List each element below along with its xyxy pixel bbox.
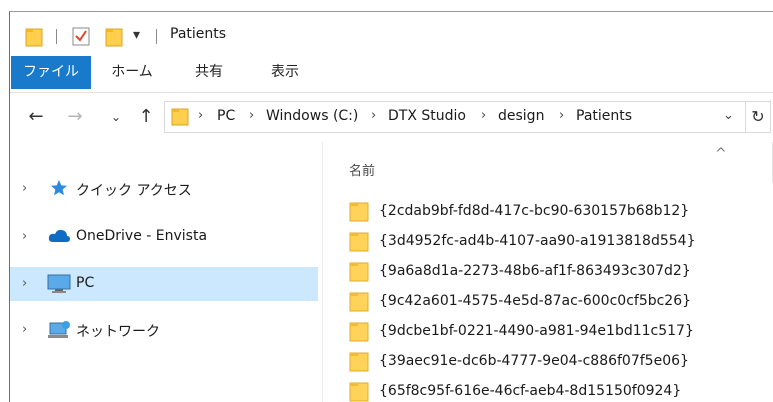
folder-icon xyxy=(349,202,369,226)
expand-chevron-icon[interactable]: › xyxy=(22,181,27,196)
nav-item-pc[interactable]: › PC xyxy=(10,267,318,301)
breadcrumb-chevron-icon[interactable]: › xyxy=(559,108,564,123)
recent-locations-chevron-icon[interactable]: ⌄ xyxy=(106,110,126,124)
file-name: {65f8c95f-616e-46cf-aeb4-8d15150f0924} xyxy=(379,383,682,399)
breadcrumb-design[interactable]: design xyxy=(498,108,544,124)
ribbon-tabs: ファイル ホーム 共有 表示 xyxy=(10,56,773,91)
forward-arrow-icon[interactable]: → xyxy=(65,106,85,127)
list-item[interactable]: {3d4952fc-ad4b-4107-aa90-a1913818d554} xyxy=(349,228,769,256)
list-item[interactable]: {9dcbe1bf-0221-4490-a981-94e1bd11c517} xyxy=(349,318,769,346)
breadcrumb-patients[interactable]: Patients xyxy=(576,108,632,124)
up-arrow-icon[interactable]: ↑ xyxy=(136,106,156,127)
title-bar: ▾ Patients xyxy=(10,12,773,56)
breadcrumb-chevron-icon[interactable]: › xyxy=(198,108,203,123)
list-item[interactable]: {9c42a601-4575-4e5d-87ac-600c0cf5bc26} xyxy=(349,288,769,316)
expand-chevron-icon[interactable]: › xyxy=(22,322,27,337)
breadcrumb-chevron-icon[interactable]: › xyxy=(249,108,254,123)
nav-item-label: クイック アクセス xyxy=(76,183,192,199)
explorer-window: ▾ Patients ファイル ホーム 共有 表示 ← → ⌄ ↑ › PC ›… xyxy=(9,11,773,402)
nav-item-network[interactable]: › ネットワーク xyxy=(10,313,318,347)
file-list: ^ 名前 {2cdab9bf-fd8d-417c-bc90-630157b68b… xyxy=(323,142,773,402)
new-folder-icon[interactable] xyxy=(105,27,123,51)
folder-icon xyxy=(349,232,369,256)
tab-file[interactable]: ファイル xyxy=(11,56,91,89)
folder-icon xyxy=(349,322,369,346)
star-icon xyxy=(50,179,68,201)
toolbar-separator xyxy=(56,29,57,44)
toolbar-separator xyxy=(156,29,157,44)
breadcrumb-windows-c[interactable]: Windows (C:) xyxy=(266,108,358,124)
back-arrow-icon[interactable]: ← xyxy=(26,106,46,127)
folder-icon xyxy=(171,107,189,131)
nav-item-onedrive[interactable]: › OneDrive - Envista xyxy=(10,220,318,254)
tab-view[interactable]: 表示 xyxy=(258,56,312,89)
navigation-pane: › クイック アクセス › OneDrive - Envista › PC › xyxy=(10,150,322,402)
breadcrumb-pc[interactable]: PC xyxy=(217,108,235,124)
properties-check-icon[interactable] xyxy=(72,26,90,50)
address-dropdown-chevron-icon[interactable]: ⌄ xyxy=(723,108,734,123)
breadcrumb-chevron-icon[interactable]: › xyxy=(481,108,486,123)
file-name: {3d4952fc-ad4b-4107-aa90-a1913818d554} xyxy=(379,233,696,249)
sort-ascending-icon: ^ xyxy=(715,146,727,162)
file-name: {9c42a601-4575-4e5d-87ac-600c0cf5bc26} xyxy=(379,293,692,309)
customize-quick-access-dropdown[interactable]: ▾ xyxy=(133,27,140,43)
file-name: {9dcbe1bf-0221-4490-a981-94e1bd11c517} xyxy=(379,323,694,339)
folder-icon xyxy=(349,262,369,286)
nav-item-quick-access[interactable]: › クイック アクセス xyxy=(10,172,318,206)
nav-item-label: PC xyxy=(76,275,95,291)
window-title: Patients xyxy=(170,26,227,42)
file-name: {2cdab9bf-fd8d-417c-bc90-630157b68b12} xyxy=(379,203,690,219)
list-item[interactable]: {2cdab9bf-fd8d-417c-bc90-630157b68b12} xyxy=(349,198,769,226)
refresh-icon[interactable]: ↻ xyxy=(746,101,771,133)
tab-share[interactable]: 共有 xyxy=(182,56,236,89)
tab-home[interactable]: ホーム xyxy=(102,56,162,89)
address-bar[interactable]: › PC › Windows (C:) › DTX Studio › desig… xyxy=(164,101,746,133)
nav-item-label: OneDrive - Envista xyxy=(76,228,208,244)
folder-icon xyxy=(349,352,369,376)
monitor-icon xyxy=(47,274,71,298)
file-name: {9a6a8d1a-2273-48b6-af1f-863493c307d2} xyxy=(379,263,691,279)
network-icon xyxy=(47,320,71,344)
cloud-icon xyxy=(47,227,71,249)
list-item[interactable]: {9a6a8d1a-2273-48b6-af1f-863493c307d2} xyxy=(349,258,769,286)
folder-icon xyxy=(25,27,43,51)
breadcrumb-chevron-icon[interactable]: › xyxy=(371,108,376,123)
folder-icon xyxy=(349,292,369,316)
address-row: ← → ⌄ ↑ › PC › Windows (C:) › DTX Studio… xyxy=(10,92,773,140)
expand-chevron-icon[interactable]: › xyxy=(22,276,27,291)
folder-icon xyxy=(349,382,369,402)
breadcrumb-dtx-studio[interactable]: DTX Studio xyxy=(388,108,466,124)
nav-item-label: ネットワーク xyxy=(76,324,160,340)
file-name: {39aec91e-dc6b-4777-9e04-c886f07f5e06} xyxy=(379,353,689,369)
expand-chevron-icon[interactable]: › xyxy=(22,229,27,244)
list-item[interactable]: {65f8c95f-616e-46cf-aeb4-8d15150f0924} xyxy=(349,378,769,402)
column-header-name[interactable]: 名前 xyxy=(349,160,375,179)
list-item[interactable]: {39aec91e-dc6b-4777-9e04-c886f07f5e06} xyxy=(349,348,769,376)
